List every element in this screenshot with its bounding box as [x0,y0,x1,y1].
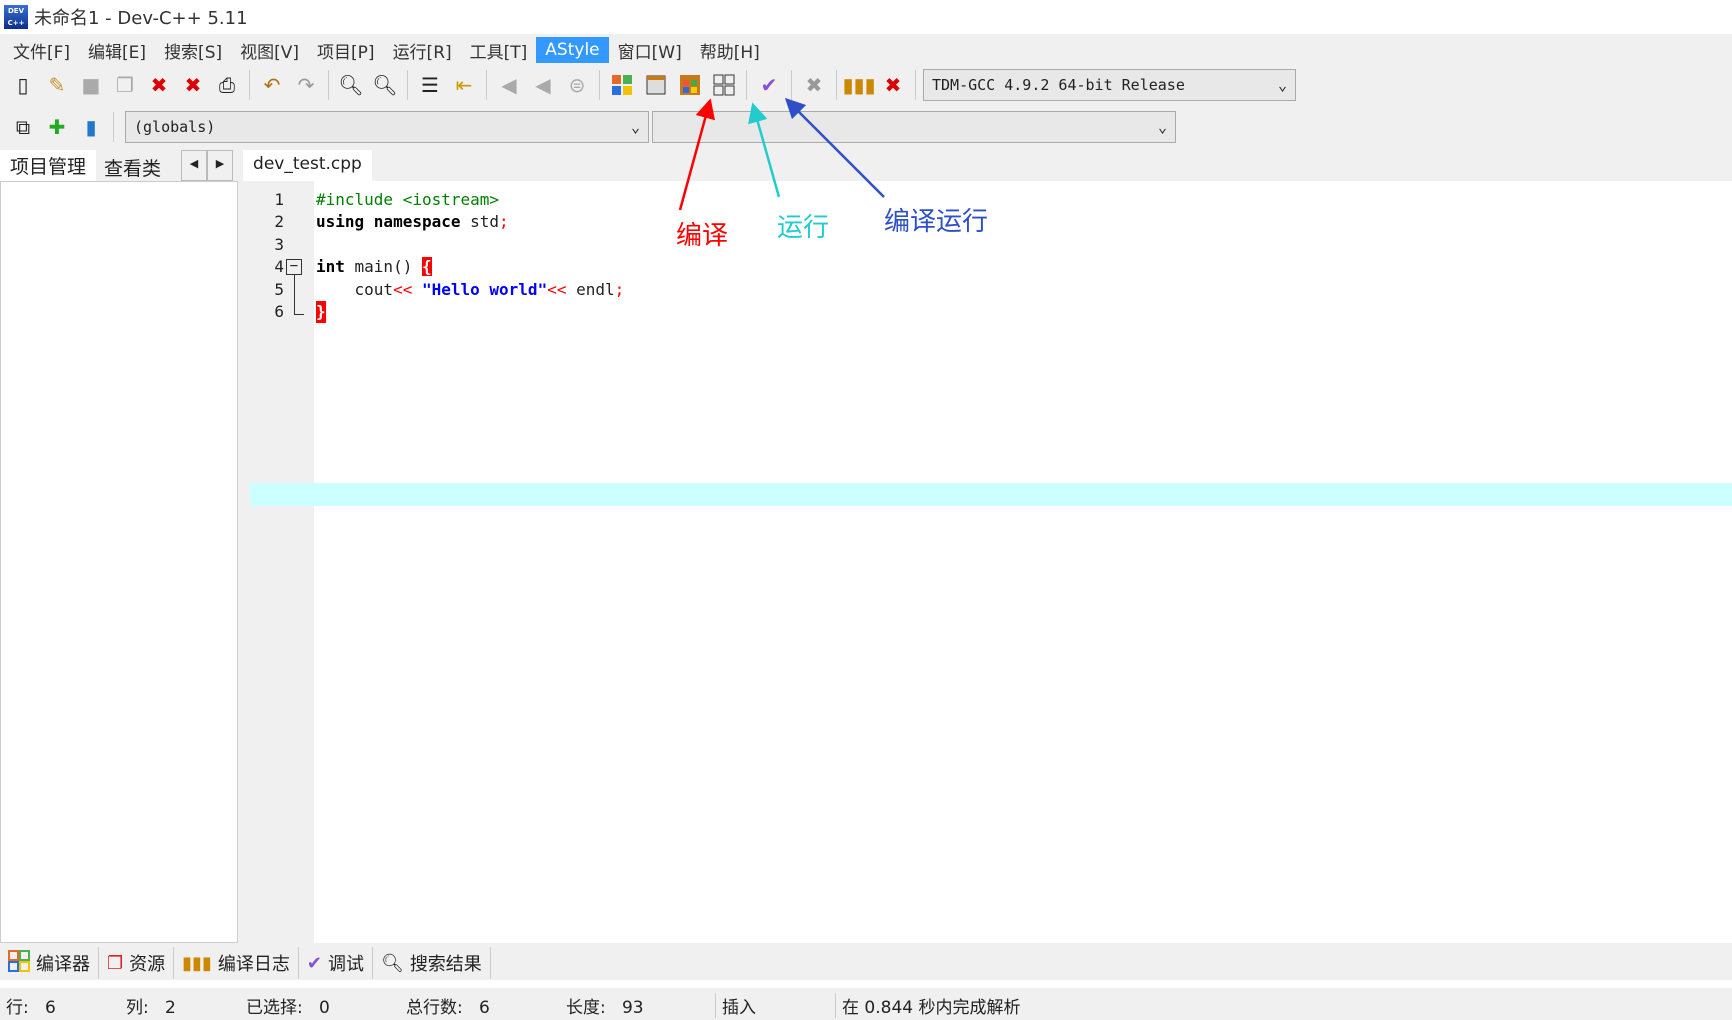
status-value: 2 [164,997,176,1018]
status-insert-mode: 插入 [715,992,835,1018]
annotation-compile-run: 编译运行 [884,207,989,237]
status-selected: 已选择: 0 [240,993,400,1018]
tab-search-results[interactable]: 🔍︎ 搜索结果 [373,947,491,979]
tab-label: 搜索结果 [409,954,482,975]
code-line: 6} [250,301,1732,324]
status-col: 列: 2 [120,993,240,1018]
status-value: 0 [318,997,330,1018]
check-icon: ✔ [306,952,322,974]
status-label: 行: [6,997,29,1018]
status-total-lines: 总行数: 6 [400,993,560,1018]
code-symbol: ; [614,280,625,299]
resources-icon: ❐ [107,952,124,974]
splitter[interactable] [0,980,1732,988]
current-line-highlight [250,483,1732,506]
compile-arrow [678,98,715,211]
bottom-tabs: 编译器 ❐ 资源 ▮▮▮ 编译日志 ✔ 调试 🔍︎ 搜索结果 [0,946,491,980]
code-editor[interactable]: 1 #include <iostream> 2 using namespace st… [250,181,1732,943]
status-value: 6 [44,997,56,1018]
compile-run-arrow [784,97,885,198]
code-text: cout [316,280,394,299]
status-row: 行: 6 [0,993,120,1018]
tab-label: 编译日志 [217,954,290,975]
tab-compile-log[interactable]: ▮▮▮ 编译日志 [174,947,299,979]
matched-brace: } [316,301,326,324]
fold-toggle-icon[interactable]: − [286,259,302,275]
code-string: "Hello world" [421,280,548,299]
tab-debug[interactable]: ✔ 调试 [299,947,373,979]
search-icon: 🔍︎ [380,952,404,974]
annotation-arrows [678,97,885,211]
status-bar: 行: 6 列: 2 已选择: 0 总行数: 6 长度: 93 插入 在 0.84… [0,990,1732,1020]
tab-label: 调试 [327,954,364,975]
chart-icon: ▮▮▮ [182,952,212,974]
status-label: 长度: [566,997,606,1018]
status-label: 总行数: [406,997,463,1018]
tab-resources[interactable]: ❐ 资源 [99,947,175,979]
code-line: 5 cout<< "Hello world"<< endl; [250,275,1732,315]
line-number: 6 [274,302,284,321]
code-symbol: << [393,280,422,299]
status-label: 已选择: [246,997,303,1018]
run-arrow [748,102,781,198]
status-value: 6 [478,997,490,1018]
status-value: 93 [621,997,644,1018]
status-parse-time: 在 0.844 秒内完成解析 [835,992,1020,1018]
status-length: 长度: 93 [560,993,715,1018]
tab-label: 编译器 [36,954,90,975]
line-number: 5 [274,280,284,299]
compiler-icon [8,949,30,977]
annotation-run: 运行 [777,213,830,243]
tab-compiler[interactable]: 编译器 [0,947,99,979]
code-symbol: << [547,280,577,299]
project-panel [0,181,238,943]
code-text: endl [576,280,615,299]
status-label: 列: [126,997,149,1018]
tab-label: 资源 [129,954,166,975]
annotation-compile: 编译 [676,221,729,251]
